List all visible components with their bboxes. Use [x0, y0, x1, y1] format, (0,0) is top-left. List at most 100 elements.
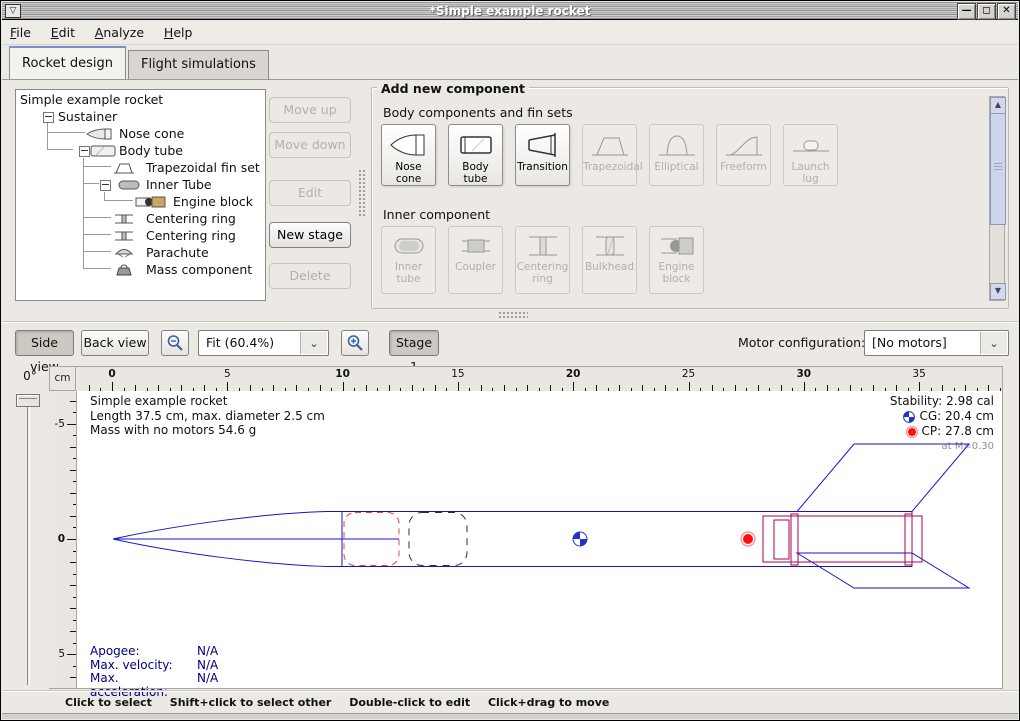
ruler-tick [689, 382, 690, 391]
ruler-label: 0 [58, 533, 65, 545]
add-freeform-fin-button[interactable]: Freeform [716, 124, 771, 186]
tree-item-engine-block[interactable]: Engine block [16, 193, 265, 210]
close-button[interactable]: ✕ [997, 3, 1016, 20]
component-panel-scrollbar[interactable]: ▲ ▼ [989, 96, 1005, 301]
inner-component-label: Inner component [383, 207, 490, 222]
chevron-down-icon[interactable]: ⌄ [300, 332, 327, 354]
window-title: *Simple example rocket [2, 2, 1018, 20]
minimize-button[interactable]: — [957, 3, 976, 20]
zoom-level-select[interactable]: Fit (60.4%) ⌄ [198, 330, 329, 356]
tree-item-sustainer[interactable]: Sustainer [16, 108, 265, 125]
add-inner-tube-button[interactable]: Inner tube [381, 226, 436, 294]
tree-item-centering-ring-1[interactable]: Centering ring [16, 210, 265, 227]
horizontal-splitter[interactable] [498, 311, 528, 318]
tree-item-nose-cone[interactable]: Nose cone [16, 125, 265, 142]
tab-panel-border [2, 79, 1018, 80]
collapse-icon[interactable] [43, 112, 54, 123]
zoom-out-button[interactable] [161, 330, 189, 356]
add-elliptical-fin-button[interactable]: Elliptical [649, 124, 704, 186]
centering-ring-icon [112, 230, 136, 242]
centering-ring-icon [521, 231, 565, 261]
scroll-down-icon[interactable]: ▼ [990, 283, 1006, 300]
add-transition-button[interactable]: Transition [515, 124, 570, 186]
tree-item-inner-tube[interactable]: Inner Tube [16, 176, 265, 193]
transition-icon [521, 129, 565, 161]
parachute-icon [112, 247, 136, 259]
ruler-label: 30 [796, 368, 811, 380]
menu-help[interactable]: Help [156, 21, 201, 44]
add-trapezoidal-fin-button[interactable]: Trapezoidal [582, 124, 637, 186]
ruler-label: 5 [58, 648, 65, 660]
mass-component-outline[interactable] [409, 513, 467, 566]
title-bar[interactable]: ▽ *Simple example rocket — ◻ ✕ [2, 2, 1018, 20]
body-tube-icon [90, 145, 116, 157]
freeform-fin-icon [722, 129, 766, 161]
rocket-design-canvas[interactable]: Simple example rocket Length 37.5 cm, ma… [76, 391, 1003, 689]
menu-file[interactable]: File [2, 21, 39, 44]
engine-block-icon [135, 196, 167, 208]
lower-fin-outline[interactable] [797, 553, 969, 588]
engine-block-icon [655, 231, 699, 261]
tree-item-body-tube[interactable]: Body tube [16, 142, 265, 159]
chevron-down-icon[interactable]: ⌄ [980, 332, 1007, 354]
menu-edit[interactable]: Edit [43, 21, 83, 44]
back-view-button[interactable]: Back view [81, 330, 149, 356]
motor-configuration-select[interactable]: [No motors] ⌄ [864, 330, 1009, 356]
stage-1-toggle[interactable]: Stage 1 [389, 330, 439, 356]
ruler-label: 10 [335, 368, 350, 380]
add-coupler-button[interactable]: Coupler [448, 226, 503, 294]
trapezoidal-fin-icon [588, 129, 632, 161]
add-component-title: Add new component [377, 81, 529, 96]
side-view-button[interactable]: Side view [15, 330, 74, 356]
menu-bar: File Edit Analyze Help [2, 21, 1018, 45]
delete-button[interactable]: Delete [269, 263, 351, 289]
tree-item-parachute[interactable]: Parachute [16, 244, 265, 261]
hint-double-click: Double-click to edit [349, 696, 470, 709]
hint-click-select: Click to select [65, 696, 152, 709]
tree-item-trapezoidal-fin-set[interactable]: Trapezoidal fin set [16, 159, 265, 176]
zoom-in-button[interactable] [341, 330, 369, 356]
new-stage-button[interactable]: New stage [269, 222, 351, 248]
zoom-out-icon [166, 334, 184, 352]
edit-button[interactable]: Edit [269, 180, 351, 206]
rotation-slider-handle[interactable] [16, 394, 40, 407]
tree-item-mass-component[interactable]: Mass component [16, 261, 265, 278]
collapse-icon[interactable] [79, 146, 90, 157]
add-body-tube-button[interactable]: Body tube [448, 124, 503, 186]
system-menu-icon[interactable]: ▽ [5, 4, 21, 18]
cg-marker [573, 532, 587, 546]
engine-block-outline[interactable] [774, 520, 789, 559]
add-engine-block-button[interactable]: Engine block [649, 226, 704, 294]
body-tube-outline[interactable] [342, 512, 912, 567]
ruler-tick [458, 382, 459, 391]
add-nose-cone-button[interactable]: Nose cone [381, 124, 436, 186]
centering-ring-outline[interactable] [791, 514, 798, 565]
tree-item-rocket[interactable]: Simple example rocket [20, 91, 163, 108]
vertical-splitter[interactable] [358, 169, 365, 217]
upper-fin-outline[interactable] [797, 444, 969, 512]
motor-configuration-label: Motor configuration: [738, 332, 865, 354]
ruler-tick [919, 382, 920, 391]
tree-item-centering-ring-2[interactable]: Centering ring [16, 227, 265, 244]
application-window: ▽ *Simple example rocket — ◻ ✕ File Edit… [0, 0, 1020, 721]
mass-component-icon [112, 264, 136, 276]
centering-ring-outline[interactable] [905, 514, 912, 565]
scrollbar-thumb[interactable] [990, 113, 1006, 225]
move-down-button[interactable]: Move down [269, 132, 351, 158]
maximize-button[interactable]: ◻ [977, 3, 996, 20]
toolbar-separator [2, 321, 1018, 323]
add-launch-lug-button[interactable]: Launch lug [783, 124, 838, 186]
add-centering-ring-button[interactable]: Centering ring [515, 226, 570, 294]
ruler-tick [67, 424, 76, 425]
scroll-up-icon[interactable]: ▲ [990, 97, 1006, 114]
left-ruler: -505 [49, 391, 76, 689]
tab-flight-simulations[interactable]: Flight simulations [128, 50, 269, 79]
add-bulkhead-button[interactable]: Bulkhead [582, 226, 637, 294]
inner-tube-outline[interactable] [763, 516, 922, 562]
rotation-slider-track[interactable] [27, 407, 30, 685]
tab-rocket-design[interactable]: Rocket design [9, 46, 126, 79]
move-up-button[interactable]: Move up [269, 97, 351, 123]
menu-analyze[interactable]: Analyze [87, 21, 152, 44]
collapse-icon[interactable] [100, 180, 111, 191]
trapezoidal-fin-icon [112, 162, 136, 174]
